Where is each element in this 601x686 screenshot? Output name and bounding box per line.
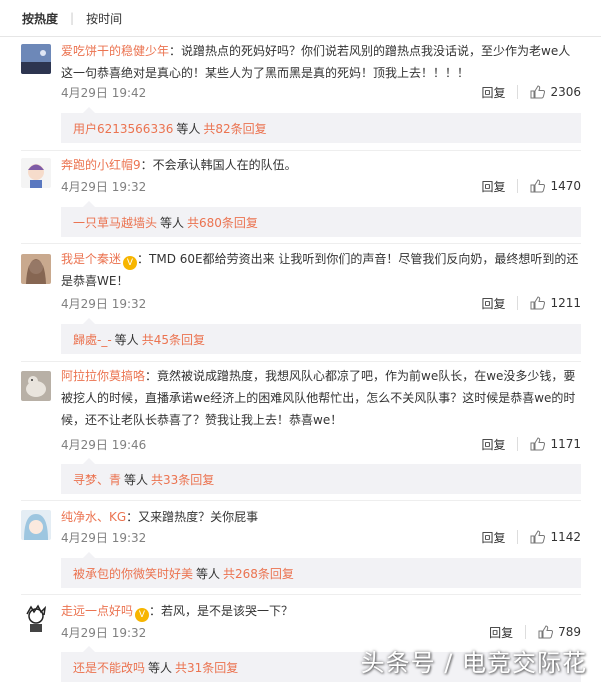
- like-count: 1171: [550, 437, 581, 451]
- thumbs-up-icon: [530, 179, 546, 193]
- like-button[interactable]: 2306: [530, 85, 581, 99]
- meta-divider: [517, 179, 519, 193]
- comment-divider: [21, 361, 581, 362]
- sub-replies[interactable]: 用户6213566336 等人 共82条回复: [61, 107, 581, 143]
- avatar[interactable]: [21, 371, 51, 401]
- like-count: 1142: [550, 530, 581, 544]
- comment-text: ：不会承认韩国人在的队伍。: [140, 158, 297, 172]
- sub-reply-mid: 等人: [148, 660, 173, 675]
- sub-reply-mid: 等人: [114, 332, 139, 347]
- reply-button[interactable]: 回复: [481, 436, 505, 453]
- sub-replies[interactable]: 被承包的你微笑时好美 等人 共268条回复: [61, 552, 581, 588]
- comment-username[interactable]: 我是个秦迷: [61, 252, 121, 266]
- comment-meta: 4月29日 19:32 回复 789: [61, 622, 581, 642]
- like-button[interactable]: 1171: [530, 437, 581, 451]
- thumbs-up-icon: [530, 85, 546, 99]
- comment-divider: [21, 243, 581, 244]
- sub-reply-count[interactable]: 共31条回复: [175, 659, 238, 676]
- meta-divider: [517, 85, 519, 99]
- thumbs-up-icon: [530, 530, 546, 544]
- sub-reply-mid: 等人: [196, 566, 221, 581]
- comment-body: 我是个秦迷 V ：TMD 60E都给劳资出来 让我听到你们的声音！尽管我们反向奶，最…: [61, 248, 581, 292]
- comment-time: 4月29日 19:32: [61, 296, 147, 311]
- comment-time: 4月29日 19:32: [61, 625, 147, 640]
- like-button[interactable]: 1470: [530, 179, 581, 193]
- meta-divider: [517, 296, 519, 310]
- comment-username[interactable]: 奔跑的小红帽9: [61, 158, 141, 172]
- comment-time: 4月29日 19:32: [61, 179, 147, 194]
- tab-separator: |: [70, 11, 75, 25]
- like-count: 789: [558, 625, 581, 639]
- comment-body: 爱吃饼干的稳健少年：说蹭热点的死妈好吗？你们说若风别的蹭热点我没话说，至少作为老…: [61, 40, 581, 84]
- sub-reply-user[interactable]: 用户6213566336: [73, 120, 173, 137]
- comment-divider: [21, 500, 581, 501]
- sub-reply-count[interactable]: 共82条回复: [203, 120, 266, 137]
- comment-text: ：又来蹭热度？关你屁事: [126, 510, 259, 524]
- thumbs-up-icon: [538, 625, 554, 639]
- comment-body: 走远一点好吗 V ：若风，是不是该哭一下？: [61, 600, 581, 622]
- comment-time: 4月29日 19:42: [61, 85, 147, 100]
- sub-reply-mid: 等人: [160, 215, 185, 230]
- comment-username[interactable]: 走远一点好吗: [61, 604, 133, 618]
- comment-username[interactable]: 纯净水、KG: [61, 510, 126, 524]
- thumbs-up-icon: [530, 296, 546, 310]
- reply-button[interactable]: 回复: [481, 178, 505, 195]
- comment-username[interactable]: 爱吃饼干的稳健少年: [61, 44, 169, 58]
- comment-body: 奔跑的小红帽9：不会承认韩国人在的队伍。: [61, 154, 581, 176]
- comment-time: 4月29日 19:32: [61, 530, 147, 545]
- sub-reply-count[interactable]: 共680条回复: [187, 214, 258, 231]
- sub-reply-count[interactable]: 共45条回复: [142, 331, 205, 348]
- sub-reply-user[interactable]: 寻梦、青: [73, 471, 121, 488]
- meta-divider: [517, 530, 519, 544]
- watermark: 头条号 / 电竞交际花: [360, 649, 587, 677]
- comment-time: 4月29日 19:46: [61, 437, 147, 452]
- sub-reply-count[interactable]: 共268条回复: [223, 565, 294, 582]
- sub-reply-user[interactable]: 一只草马越墙头: [73, 214, 157, 231]
- thumbs-up-icon: [530, 437, 546, 451]
- reply-button[interactable]: 回复: [481, 529, 505, 546]
- comment-meta: 4月29日 19:42 回复 2306: [61, 82, 581, 102]
- reply-button[interactable]: 回复: [489, 624, 513, 641]
- sub-reply-mid: 等人: [176, 121, 201, 136]
- comment-body: 阿拉拉你莫搞咯：竟然被说成蹭热度，我想风队心都凉了吧，作为前we队长，在we没多…: [61, 365, 581, 431]
- sub-replies[interactable]: 一只草马越墙头 等人 共680条回复: [61, 201, 581, 237]
- sub-replies[interactable]: 歸處-_- 等人 共45条回复: [61, 318, 581, 354]
- avatar[interactable]: [21, 510, 51, 540]
- sub-reply-mid: 等人: [124, 472, 149, 487]
- comment-divider: [21, 594, 581, 595]
- comment-meta: 4月29日 19:46 回复 1171: [61, 434, 581, 454]
- comment-divider: [21, 150, 581, 151]
- sub-reply-user[interactable]: 被承包的你微笑时好美: [73, 565, 193, 582]
- sub-reply-count[interactable]: 共33条回复: [151, 471, 214, 488]
- like-count: 1211: [550, 296, 581, 310]
- like-button[interactable]: 1142: [530, 530, 581, 544]
- tab-by-popularity[interactable]: 按热度: [22, 10, 58, 27]
- meta-divider: [525, 625, 527, 639]
- reply-button[interactable]: 回复: [481, 295, 505, 312]
- comment-text: ：若风，是不是该哭一下？: [149, 604, 294, 618]
- avatar[interactable]: [21, 44, 51, 74]
- comment-body: 纯净水、KG：又来蹭热度？关你屁事: [61, 506, 581, 528]
- sub-reply-user[interactable]: 还是不能改吗: [73, 659, 145, 676]
- vip-badge-icon: V: [135, 608, 150, 622]
- sub-replies[interactable]: 寻梦、青 等人 共33条回复: [61, 458, 581, 494]
- tab-by-time[interactable]: 按时间: [86, 10, 122, 27]
- comment-meta: 4月29日 19:32 回复 1211: [61, 293, 581, 313]
- reply-button[interactable]: 回复: [481, 84, 505, 101]
- sub-reply-user[interactable]: 歸處-_-: [73, 331, 112, 348]
- avatar[interactable]: [21, 254, 51, 284]
- comment-meta: 4月29日 19:32 回复 1470: [61, 176, 581, 196]
- comment-text: ：TMD 60E都给劳资出来 让我听到你们的声音！尽管我们反向奶，最终想听到的还…: [61, 252, 579, 288]
- comment-meta: 4月29日 19:32 回复 1142: [61, 527, 581, 547]
- like-button[interactable]: 789: [538, 625, 581, 639]
- avatar[interactable]: [21, 604, 51, 634]
- vip-badge-icon: V: [123, 256, 138, 270]
- like-button[interactable]: 1211: [530, 296, 581, 310]
- meta-divider: [517, 437, 519, 451]
- sort-tabs: 按热度 | 按时间: [0, 0, 601, 37]
- like-count: 1470: [550, 179, 581, 193]
- comment-username[interactable]: 阿拉拉你莫搞咯: [61, 369, 145, 383]
- avatar[interactable]: [21, 158, 51, 188]
- like-count: 2306: [550, 85, 581, 99]
